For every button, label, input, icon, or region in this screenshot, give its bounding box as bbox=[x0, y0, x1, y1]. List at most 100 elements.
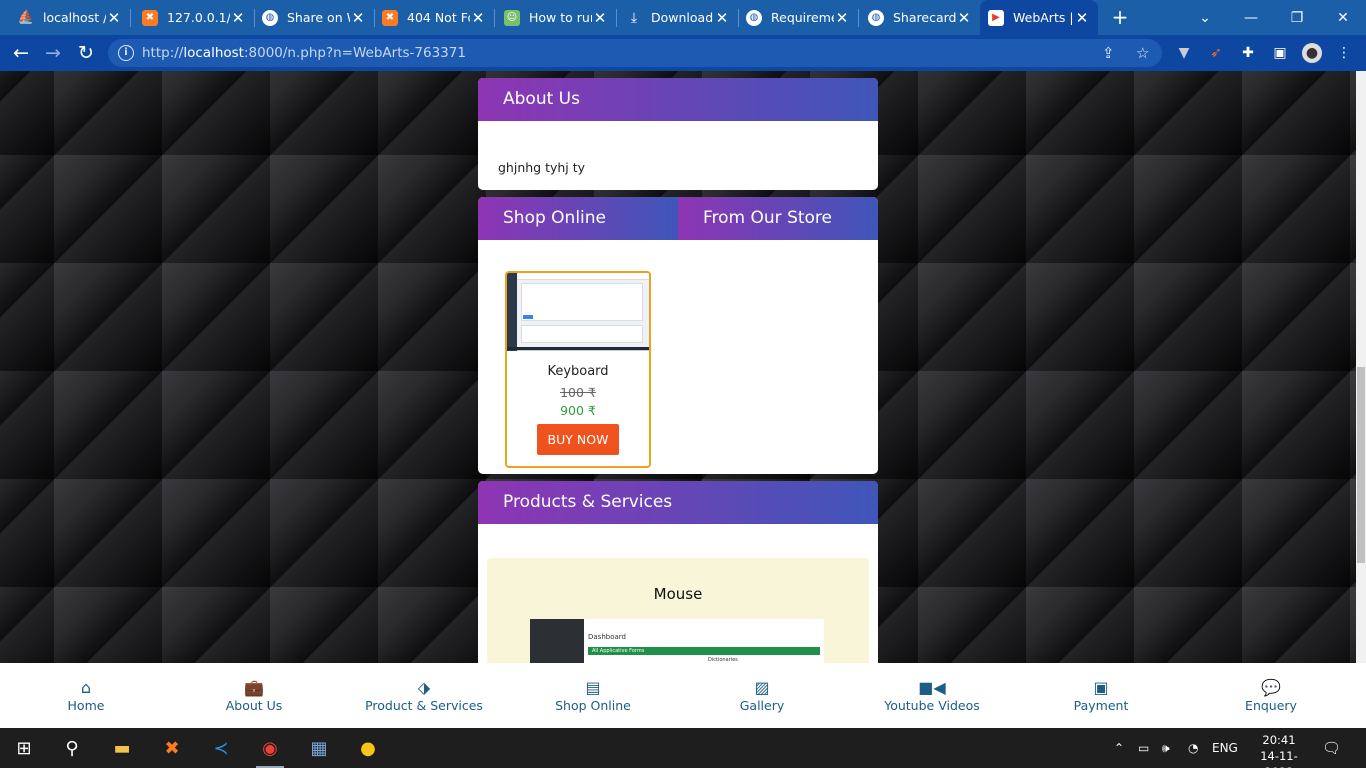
language-indicator[interactable]: ENG bbox=[1212, 728, 1238, 768]
restore-button[interactable]: ❐ bbox=[1274, 0, 1320, 35]
nav-label: Home bbox=[67, 698, 105, 713]
page-viewport: About Us ghjnhg tyhj ty Shop Online From… bbox=[0, 71, 1356, 663]
tab-title: Requireme bbox=[771, 10, 834, 25]
tab-127[interactable]: ✖ 127.0.0.1/s ✕ bbox=[134, 0, 254, 35]
nav-gallery[interactable]: ▨ Gallery bbox=[677, 663, 847, 728]
browser-toolbar: ← → ↻ i http://localhost:8000/n.php?n=We… bbox=[0, 35, 1366, 71]
nav-shop-online[interactable]: ▤ Shop Online bbox=[508, 663, 678, 728]
nav-enquery[interactable]: 💬 Enquery bbox=[1186, 663, 1356, 728]
download-icon: ⤓ bbox=[630, 9, 638, 26]
tab-title: 404 Not Fo bbox=[407, 10, 470, 25]
briefcase-icon: 💼 bbox=[244, 678, 264, 697]
extension-swift-icon[interactable]: ➶ bbox=[1206, 43, 1226, 63]
services-heading: Products & Services bbox=[478, 481, 878, 524]
vscode-icon[interactable]: ≺ bbox=[197, 728, 245, 768]
close-window-button[interactable]: ✕ bbox=[1320, 0, 1366, 35]
tab-localhost[interactable]: ⛵ localhost / ✕ bbox=[10, 0, 130, 35]
bookmark-star-icon[interactable]: ☆ bbox=[1136, 45, 1149, 61]
service-title: Mouse bbox=[653, 585, 703, 603]
tab-webarts[interactable]: ▶ WebArts || ✕ bbox=[980, 0, 1098, 35]
file-explorer-icon[interactable]: ▬ bbox=[98, 728, 146, 768]
globe-icon: ◍ bbox=[868, 9, 884, 26]
tag-icon: ⬗ bbox=[417, 678, 431, 697]
xampp-icon: ✖ bbox=[382, 9, 398, 26]
tab-title: Download bbox=[651, 10, 714, 25]
phpmyadmin-icon: ⛵ bbox=[17, 10, 35, 25]
url-text[interactable]: http://localhost:8000/n.php?n=WebArts-76… bbox=[142, 45, 466, 61]
product-image[interactable] bbox=[507, 273, 649, 351]
nav-label: About Us bbox=[225, 698, 283, 713]
close-icon[interactable]: ✕ bbox=[106, 9, 122, 27]
close-icon[interactable]: ✕ bbox=[834, 9, 850, 27]
tab-share[interactable]: ◍ Share on W ✕ bbox=[254, 0, 374, 35]
side-panel-icon[interactable]: ▣ bbox=[1270, 43, 1290, 63]
chrome-icon[interactable]: ◉ bbox=[246, 728, 294, 768]
close-icon[interactable]: ✕ bbox=[956, 9, 972, 27]
windows-start-icon[interactable]: ⊞ bbox=[0, 728, 48, 768]
site-info-icon[interactable]: i bbox=[118, 45, 134, 61]
service-image-dashboard: Dashboard bbox=[588, 633, 626, 641]
wifi-icon[interactable]: ◔ bbox=[1188, 728, 1206, 768]
xampp-icon: ✖ bbox=[142, 9, 158, 26]
nav-label: Payment bbox=[1073, 698, 1129, 713]
shop-online-heading: Shop Online bbox=[478, 197, 678, 240]
volume-icon[interactable]: 🕪 bbox=[1162, 728, 1180, 768]
tray-chevron-icon[interactable]: ⌃ bbox=[1114, 728, 1130, 768]
address-bar[interactable]: i http://localhost:8000/n.php?n=WebArts-… bbox=[108, 39, 1162, 67]
clock[interactable]: 20:41 14-11-2022 bbox=[1250, 732, 1308, 768]
archive-icon: ▤ bbox=[585, 678, 601, 697]
nav-label: Youtube Videos bbox=[884, 698, 980, 713]
share-icon[interactable]: ⇪ bbox=[1102, 45, 1115, 61]
nav-product-services[interactable]: ⬗ Product & Services bbox=[339, 663, 509, 728]
network-app-icon[interactable]: ▦ bbox=[295, 728, 343, 768]
shop-card: Shop Online From Our Store Keyboard 100 … bbox=[478, 197, 878, 474]
clock-time: 20:41 bbox=[1262, 733, 1296, 747]
search-icon[interactable]: ⚲ bbox=[48, 728, 96, 768]
tab-download[interactable]: ⤓ Download ✕ bbox=[618, 0, 738, 35]
nav-payment[interactable]: ▣ Payment bbox=[1016, 663, 1186, 728]
duck-app-icon[interactable]: ● bbox=[344, 728, 392, 768]
close-icon[interactable]: ✕ bbox=[350, 9, 366, 27]
about-text: ghjnhg tyhj ty bbox=[498, 160, 586, 175]
tab-sharecard[interactable]: ◍ Sharecardl ✕ bbox=[860, 0, 980, 35]
battery-icon[interactable]: ▭ bbox=[1138, 728, 1156, 768]
product-card[interactable]: Keyboard 100 ₹ 900 ₹ BUY NOW bbox=[505, 271, 651, 468]
notifications-icon[interactable]: 🗨 bbox=[1322, 728, 1342, 768]
extensions-puzzle-icon[interactable]: ✚ bbox=[1238, 43, 1258, 63]
nav-home[interactable]: ⌂ Home bbox=[1, 663, 171, 728]
xampp-taskbar-icon[interactable]: ✖ bbox=[148, 728, 196, 768]
vue-devtools-icon[interactable]: ▼ bbox=[1174, 43, 1194, 63]
forward-icon[interactable]: → bbox=[41, 41, 65, 65]
globe-icon: ◍ bbox=[262, 9, 278, 26]
reload-icon[interactable]: ↻ bbox=[74, 41, 98, 65]
close-icon[interactable]: ✕ bbox=[470, 9, 486, 27]
url-path: :8000/n.php?n=WebArts-763371 bbox=[243, 45, 466, 61]
tab-requirements[interactable]: ◍ Requireme ✕ bbox=[738, 0, 858, 35]
close-icon[interactable]: ✕ bbox=[1074, 9, 1090, 27]
buy-now-button[interactable]: BUY NOW bbox=[537, 424, 619, 455]
tab-title: WebArts || bbox=[1013, 10, 1074, 25]
nav-about-us[interactable]: 💼 About Us bbox=[169, 663, 339, 728]
close-icon[interactable]: ✕ bbox=[592, 9, 608, 27]
nav-youtube-videos[interactable]: ■◀ Youtube Videos bbox=[847, 663, 1017, 728]
close-icon[interactable]: ✕ bbox=[230, 9, 246, 27]
minimize-button[interactable]: — bbox=[1228, 0, 1274, 35]
tab-search-chevron-icon[interactable]: ⌄ bbox=[1182, 0, 1228, 35]
back-icon[interactable]: ← bbox=[9, 41, 33, 65]
scrollbar-thumb[interactable] bbox=[1357, 367, 1365, 563]
video-icon: ■◀ bbox=[918, 678, 946, 697]
page-scrollbar[interactable] bbox=[1356, 71, 1366, 663]
menu-kebab-icon[interactable]: ⋮ bbox=[1334, 43, 1354, 63]
url-scheme: http:// bbox=[142, 45, 184, 61]
nav-label: Gallery bbox=[739, 698, 785, 713]
service-image-form-label: All Applicative Forms bbox=[592, 648, 645, 654]
browser-tab-bar: ⛵ localhost / ✕ ✖ 127.0.0.1/s ✕ ◍ Share … bbox=[0, 0, 1366, 35]
service-image[interactable]: Dashboard All Applicative Forms Dictiona… bbox=[530, 619, 824, 663]
close-icon[interactable]: ✕ bbox=[714, 9, 730, 27]
service-item[interactable]: Mouse Dashboard All Applicative Forms Di… bbox=[487, 558, 869, 663]
new-tab-button[interactable]: + bbox=[1108, 5, 1132, 29]
tab-how-to-run[interactable]: ☺ How to run ✕ bbox=[496, 0, 616, 35]
url-host: localhost bbox=[183, 45, 244, 61]
tab-404[interactable]: ✖ 404 Not Fo ✕ bbox=[374, 0, 494, 35]
profile-avatar[interactable]: ● bbox=[1302, 43, 1322, 63]
